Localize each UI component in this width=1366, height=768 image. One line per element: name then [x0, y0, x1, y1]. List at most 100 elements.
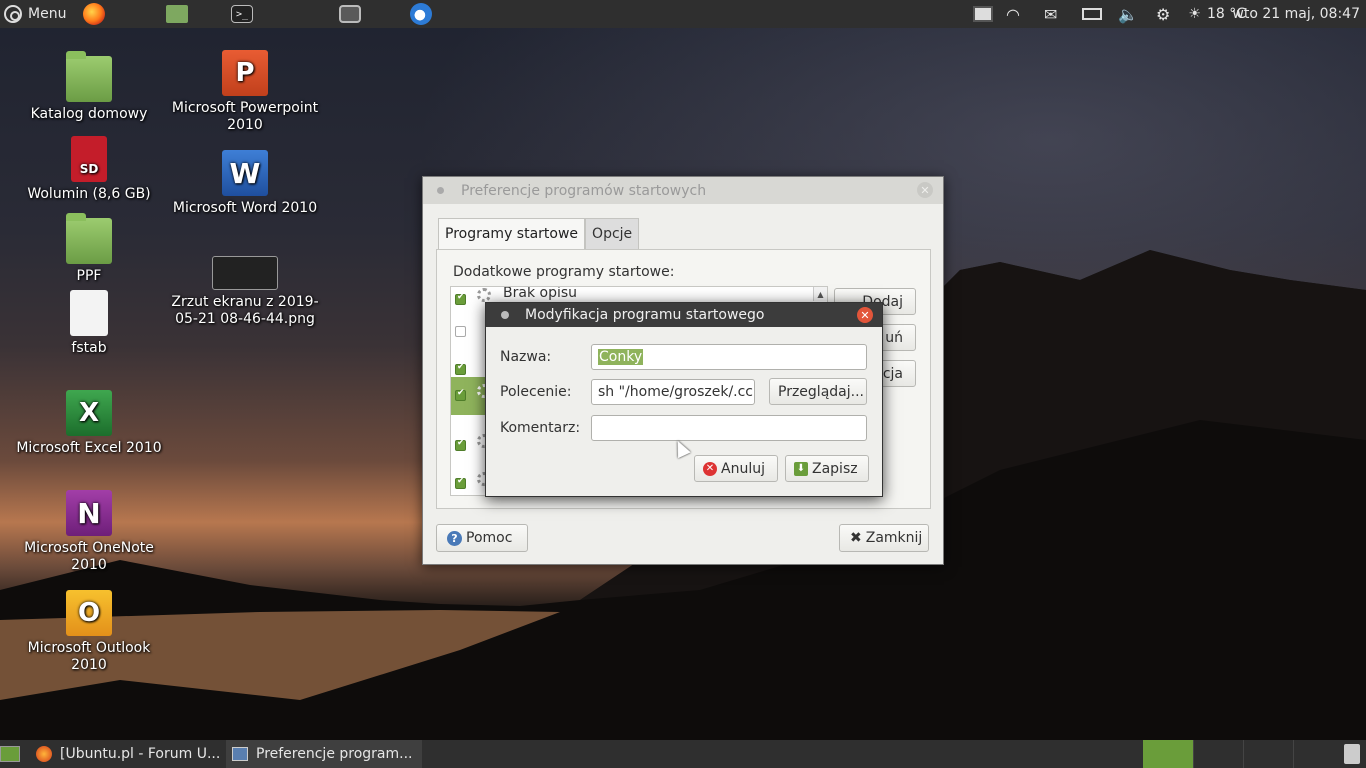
help-button[interactable]: ? Pomoc — [436, 524, 528, 552]
word-icon: W — [222, 150, 268, 196]
remove-button-label: uń — [885, 329, 903, 346]
ubuntu-logo-icon — [4, 5, 22, 23]
mail-icon[interactable]: ✉ — [1044, 0, 1057, 28]
workspace-2[interactable] — [1193, 740, 1243, 768]
settings-gear-icon[interactable]: ⚙ — [1156, 0, 1170, 28]
tab-options[interactable]: Opcje — [585, 218, 640, 249]
window-icon — [232, 747, 248, 761]
enable-checkbox[interactable] — [455, 476, 466, 489]
cancel-button[interactable]: ✕ Anuluj — [694, 455, 778, 482]
save-label: Zapisz — [812, 460, 858, 477]
close-icon[interactable]: ✕ — [857, 307, 873, 323]
enable-checkbox[interactable] — [455, 362, 466, 375]
browse-label: Przeglądaj... — [778, 383, 864, 400]
window-menu-icon[interactable] — [437, 187, 444, 194]
program-gear-icon — [477, 288, 491, 302]
close-button[interactable]: ✖ Zamknij — [839, 524, 929, 552]
wifi-icon[interactable]: ◠ — [1006, 0, 1020, 28]
taskbar-item-firefox[interactable]: [Ubuntu.pl - Forum U... — [30, 740, 226, 768]
menu-button[interactable]: Menu — [4, 0, 66, 28]
enable-checkbox[interactable] — [455, 388, 466, 401]
desktop-icon-onenote[interactable]: N Microsoft OneNote 2010 — [14, 490, 164, 574]
volume-icon[interactable]: 🔈 — [1118, 0, 1138, 28]
desktop-icon-home[interactable]: Katalog domowy — [14, 51, 164, 123]
thunderbird-icon[interactable] — [410, 3, 432, 25]
menu-label: Menu — [28, 6, 67, 22]
comment-field[interactable] — [591, 415, 867, 441]
folder-icon — [66, 213, 112, 264]
terminal-icon[interactable]: >_ — [231, 5, 253, 23]
firefox-icon — [36, 746, 52, 762]
list-label: Dodatkowe programy startowe: — [453, 264, 675, 280]
program-description: Brak opisu — [503, 286, 578, 301]
onenote-icon: N — [66, 490, 112, 536]
taskbar-item-preferences[interactable]: Preferencje program... — [226, 740, 422, 768]
outlook-icon: O — [66, 590, 112, 636]
command-value: sh "/home/groszek/.cc — [598, 384, 754, 400]
clock[interactable]: wto 21 maj, 08:47 — [1232, 0, 1360, 28]
show-desktop-icon[interactable] — [0, 746, 20, 762]
desktop-icon-label: PPF — [76, 268, 102, 284]
close-icon[interactable]: ✕ — [917, 182, 933, 198]
help-label: Pomoc — [466, 530, 513, 546]
desktop-icon-label: Microsoft OneNote 2010 — [24, 540, 154, 573]
comment-label: Komentarz: — [500, 420, 581, 436]
sd-card-icon: SD — [71, 136, 107, 182]
enable-checkbox[interactable] — [455, 292, 466, 305]
save-button[interactable]: ⬇ Zapisz — [785, 455, 869, 482]
name-field[interactable]: Conky — [591, 344, 867, 370]
cancel-label: Anuluj — [721, 460, 765, 477]
desktop-icon-label: Microsoft Excel 2010 — [16, 440, 162, 456]
save-icon: ⬇ — [794, 461, 808, 476]
desktop-icon-outlook[interactable]: O Microsoft Outlook 2010 — [14, 590, 164, 674]
workspace-3[interactable] — [1243, 740, 1293, 768]
browse-button[interactable]: Przeglądaj... — [769, 378, 867, 405]
help-icon: ? — [447, 530, 462, 546]
screenshot-icon[interactable] — [339, 5, 361, 23]
image-thumbnail-icon — [212, 256, 278, 290]
excel-icon: X — [66, 390, 112, 436]
workspace-1[interactable] — [1143, 740, 1193, 768]
edit-startup-program-dialog: Modyfikacja programu startowego ✕ Nazwa:… — [485, 302, 883, 497]
cancel-icon: ✕ — [703, 461, 717, 476]
task-label: Preferencje program... — [256, 746, 413, 762]
bottom-panel: [Ubuntu.pl - Forum U... Preferencje prog… — [0, 740, 1366, 768]
home-folder-icon — [66, 51, 112, 102]
battery-icon[interactable] — [1082, 8, 1102, 20]
command-label: Polecenie: — [500, 384, 572, 400]
desktop-icon-ppf[interactable]: PPF — [14, 213, 164, 285]
top-panel: Menu >_ ◠ ✉ 🔈 ⚙ ☀ 18 °C wto 21 maj, 08:4… — [0, 0, 1366, 28]
name-value: Conky — [598, 349, 644, 365]
desktop-icon-screenshot[interactable]: Zrzut ekranu z 2019-05-21 08-46-44.png — [170, 256, 320, 328]
dialog-titlebar[interactable]: Modyfikacja programu startowego ✕ — [486, 303, 882, 327]
desktop-icon-label: Wolumin (8,6 GB) — [27, 186, 151, 202]
tab-bar: Programy startowe Opcje — [438, 218, 640, 249]
desktop-icon-label: Zrzut ekranu z 2019-05-21 08-46-44.png — [171, 294, 319, 327]
trash-icon[interactable] — [1344, 744, 1360, 764]
display-icon[interactable] — [973, 6, 993, 22]
tab-startup-programs[interactable]: Programy startowe — [438, 218, 586, 249]
command-field[interactable]: sh "/home/groszek/.cc — [591, 379, 755, 405]
folder-icon[interactable] — [166, 5, 188, 23]
scroll-up-arrow-icon[interactable]: ▲ — [813, 287, 827, 301]
desktop-icon-excel[interactable]: X Microsoft Excel 2010 — [14, 390, 164, 457]
desktop-icon-volume[interactable]: SD Wolumin (8,6 GB) — [14, 136, 164, 203]
workspace-4[interactable] — [1293, 740, 1343, 768]
window-titlebar[interactable]: Preferencje programów startowych ✕ — [423, 177, 943, 204]
powerpoint-icon: P — [222, 50, 268, 96]
document-icon — [70, 290, 108, 336]
window-title: Preferencje programów startowych — [461, 182, 707, 199]
desktop-icon-label: Microsoft Powerpoint 2010 — [171, 100, 319, 133]
close-label: Zamknij — [865, 530, 923, 546]
enable-checkbox[interactable] — [455, 438, 466, 451]
dialog-menu-icon[interactable] — [501, 311, 509, 319]
desktop-icon-word[interactable]: W Microsoft Word 2010 — [170, 150, 320, 217]
desktop-icon-powerpoint[interactable]: P Microsoft Powerpoint 2010 — [170, 50, 320, 134]
desktop-icon-label: Microsoft Outlook 2010 — [27, 640, 151, 673]
firefox-icon[interactable] — [83, 3, 105, 25]
desktop-icon-fstab[interactable]: fstab — [14, 290, 164, 357]
desktop-icon-label: fstab — [71, 340, 107, 356]
close-x-icon: ✖ — [850, 530, 862, 546]
weather-sun-icon: ☀ — [1188, 6, 1201, 22]
enable-checkbox[interactable] — [455, 326, 466, 337]
